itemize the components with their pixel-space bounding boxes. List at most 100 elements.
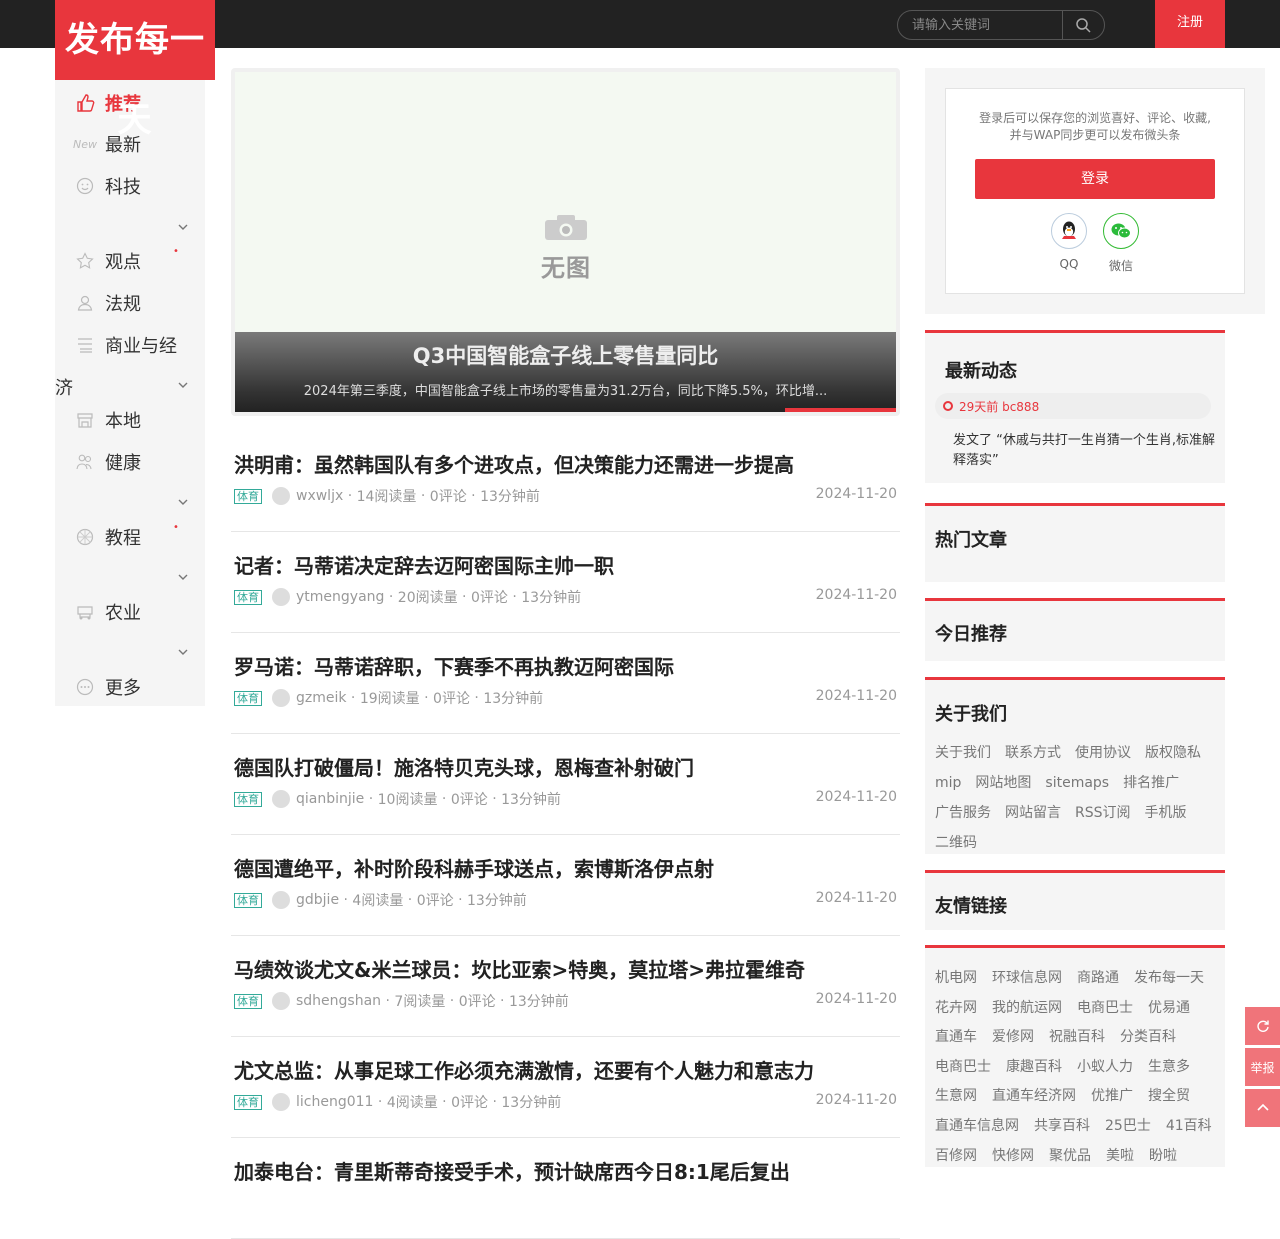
nav-item-tech[interactable]: 科技	[75, 171, 141, 201]
about-link[interactable]: mip	[935, 768, 961, 798]
article-author[interactable]: sdhengshan	[296, 993, 381, 1009]
friend-link[interactable]: 发布每一天	[1134, 964, 1204, 994]
latest-item-text[interactable]: 发文了 “休戚与共打一生肖猜一个生肖,标准解释落实”	[953, 431, 1215, 471]
friend-link[interactable]: 分类百科	[1120, 1023, 1176, 1053]
nav-item-more[interactable]: 更多	[75, 672, 141, 702]
article-row[interactable]: 罗马诺：马蒂诺辞职，下赛季不再执教迈阿密国际 体育 gzmeik · 19阅读量…	[231, 633, 900, 734]
friend-link[interactable]: 生意多	[1148, 1053, 1190, 1083]
nav-item-tutorial[interactable]: 教程	[75, 522, 141, 552]
chevron-down-icon[interactable]	[177, 496, 189, 508]
article-row[interactable]: 记者：马蒂诺决定辞去迈阿密国际主帅一职 体育 ytmengyang · 20阅读…	[231, 532, 900, 633]
back-to-top-button[interactable]	[1245, 1089, 1280, 1127]
nav-item-business[interactable]: 商业与经	[75, 330, 177, 360]
friend-link[interactable]: 小蚁人力	[1077, 1053, 1133, 1083]
chevron-down-icon[interactable]	[177, 379, 189, 391]
friend-link[interactable]: 康趣百科	[1006, 1053, 1062, 1083]
nav-item-opinion[interactable]: 观点	[75, 246, 141, 276]
wechat-login[interactable]: 微信	[1103, 213, 1139, 274]
about-link[interactable]: 二维码	[935, 828, 977, 858]
category-tag[interactable]: 体育	[234, 892, 262, 908]
friend-link[interactable]: 机电网	[935, 964, 977, 994]
friend-link[interactable]: 电商巴士	[935, 1053, 991, 1083]
category-tag[interactable]: 体育	[234, 791, 262, 807]
about-link[interactable]: 关于我们	[935, 738, 991, 768]
article-title[interactable]: 尤文总监：从事足球工作必须充满激情，还要有个人魅力和意志力	[234, 1055, 814, 1084]
hero-title[interactable]: Q3中国智能盒子线上零售量同比	[235, 340, 896, 370]
friend-link[interactable]: 花卉网	[935, 994, 977, 1024]
friend-link[interactable]: 电商巴士	[1077, 994, 1133, 1024]
friend-link[interactable]: 直通车信息网	[935, 1112, 1019, 1142]
site-logo[interactable]: 发布每一天	[55, 0, 215, 140]
nav-item-law[interactable]: 法规	[75, 288, 141, 318]
friend-link[interactable]: 25巴士	[1105, 1112, 1151, 1142]
article-title[interactable]: 罗马诺：马蒂诺辞职，下赛季不再执教迈阿密国际	[234, 651, 674, 680]
friend-link[interactable]: 直通车经济网	[992, 1082, 1076, 1112]
friend-link[interactable]: 商路通	[1077, 964, 1119, 994]
friend-link[interactable]: 41百科	[1166, 1112, 1212, 1142]
about-link[interactable]: 联系方式	[1005, 738, 1061, 768]
friend-link[interactable]: 我的航运网	[992, 994, 1062, 1024]
article-title[interactable]: 德国队打破僵局！施洛特贝克头球，恩梅查补射破门	[234, 752, 694, 781]
article-row[interactable]: 德国队打破僵局！施洛特贝克头球，恩梅查补射破门 体育 qianbinjie · …	[231, 734, 900, 835]
article-author[interactable]: gzmeik	[296, 690, 346, 706]
report-button[interactable]: 举报	[1245, 1048, 1280, 1086]
hero-carousel[interactable]: 无图 Q3中国智能盒子线上零售量同比 2024年第三季度，中国智能盒子线上市场的…	[231, 68, 900, 416]
latest-item-meta[interactable]: 29天前 bc888	[935, 393, 1211, 419]
article-author[interactable]: wxwljx	[296, 488, 343, 504]
nav-item-agriculture[interactable]: 农业	[75, 597, 141, 627]
refresh-button[interactable]	[1245, 1007, 1280, 1045]
article-row[interactable]: 马绩效谈尤文&米兰球员：坎比亚索>特奥，莫拉塔>弗拉霍维奇 体育 sdhengs…	[231, 936, 900, 1037]
article-author[interactable]: gdbjie	[296, 892, 339, 908]
about-link[interactable]: 手机版	[1145, 798, 1187, 828]
camera-icon	[545, 215, 587, 240]
qq-login[interactable]: QQ	[1051, 213, 1087, 271]
about-link[interactable]: 广告服务	[935, 798, 991, 828]
friend-link[interactable]: 环球信息网	[992, 964, 1062, 994]
article-row[interactable]: 加泰电台：青里斯蒂奇接受手术，预计缺席西今日8:1尾后复出	[231, 1138, 900, 1239]
category-tag[interactable]: 体育	[234, 488, 262, 504]
article-meta: 体育 gzmeik · 19阅读量 · 0评论 · 13分钟前	[234, 688, 543, 708]
nav-item-health[interactable]: 健康	[75, 447, 141, 477]
friend-link[interactable]: 直通车	[935, 1023, 977, 1053]
friend-link[interactable]: 优易通	[1148, 994, 1190, 1024]
about-link[interactable]: 网站留言	[1005, 798, 1061, 828]
about-link[interactable]: sitemaps	[1045, 768, 1109, 798]
about-link[interactable]: 排名推广	[1123, 768, 1179, 798]
article-row[interactable]: 德国遭绝平，补时阶段科赫手球送点，索博斯洛伊点射 体育 gdbjie · 4阅读…	[231, 835, 900, 936]
article-row[interactable]: 洪明甫：虽然韩国队有多个进攻点，但决策能力还需进一步提高 体育 wxwljx ·…	[231, 431, 900, 532]
article-title[interactable]: 洪明甫：虽然韩国队有多个进攻点，但决策能力还需进一步提高	[234, 449, 794, 478]
nav-item-local[interactable]: 本地	[75, 405, 141, 435]
article-author[interactable]: qianbinjie	[296, 791, 364, 807]
article-row[interactable]: 尤文总监：从事足球工作必须充满激情，还要有个人魅力和意志力 体育 licheng…	[231, 1037, 900, 1138]
chevron-down-icon[interactable]	[177, 646, 189, 658]
category-tag[interactable]: 体育	[234, 690, 262, 706]
category-tag[interactable]: 体育	[234, 1094, 262, 1110]
article-title[interactable]: 德国遭绝平，补时阶段科赫手球送点，索博斯洛伊点射	[234, 853, 714, 882]
category-tag[interactable]: 体育	[234, 589, 262, 605]
search-icon[interactable]	[1063, 11, 1103, 39]
article-title[interactable]: 马绩效谈尤文&米兰球员：坎比亚索>特奥，莫拉塔>弗拉霍维奇	[234, 954, 805, 983]
friend-link[interactable]: 优推广	[1091, 1082, 1133, 1112]
article-author[interactable]: ytmengyang	[296, 589, 384, 605]
chevron-down-icon[interactable]	[177, 221, 189, 233]
article-title[interactable]: 加泰电台：青里斯蒂奇接受手术，预计缺席西今日8:1尾后复出	[234, 1156, 790, 1185]
search-input[interactable]	[898, 11, 1063, 39]
friend-link[interactable]: 搜全贸	[1148, 1082, 1190, 1112]
register-button[interactable]: 注册	[1155, 0, 1225, 48]
about-link[interactable]: RSS订阅	[1075, 798, 1131, 828]
friend-link[interactable]: 共享百科	[1034, 1112, 1090, 1142]
login-button[interactable]: 登录	[975, 159, 1215, 199]
hero-caption[interactable]: Q3中国智能盒子线上零售量同比 2024年第三季度，中国智能盒子线上市场的零售量…	[235, 332, 896, 412]
friend-link[interactable]: 祝融百科	[1049, 1023, 1105, 1053]
article-time: 13分钟前	[508, 994, 569, 1010]
about-link[interactable]: 使用协议	[1075, 738, 1131, 768]
about-link[interactable]: 版权隐私	[1145, 738, 1201, 768]
friend-link[interactable]: 生意网	[935, 1082, 977, 1112]
friend-link[interactable]: 爱修网	[992, 1023, 1034, 1053]
category-tag[interactable]: 体育	[234, 993, 262, 1009]
article-time: 13分钟前	[480, 489, 540, 505]
article-author[interactable]: licheng011	[296, 1094, 373, 1110]
article-title[interactable]: 记者：马蒂诺决定辞去迈阿密国际主帅一职	[234, 550, 614, 579]
about-link[interactable]: 网站地图	[975, 768, 1031, 798]
chevron-down-icon[interactable]	[177, 571, 189, 583]
